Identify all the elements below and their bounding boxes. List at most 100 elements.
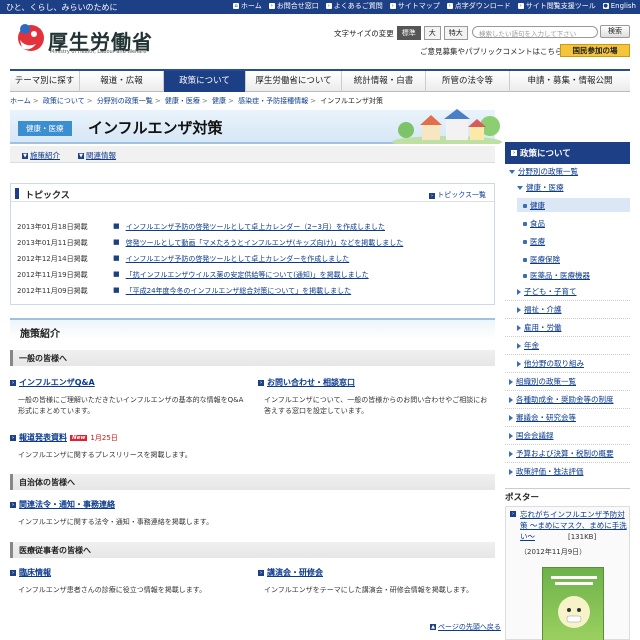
sidebar-header[interactable]: › 政策について [505,142,630,164]
chevron-right-icon: › [10,569,16,576]
sidebar-item-org-list[interactable]: 組織別の政策一覧 [509,376,576,387]
topic-item: 2012年11月09日掲載 ■ 「平成24年度今冬のインフルエンザ総合対策につい… [17,286,351,296]
breadcrumb-health-medical[interactable]: 健康・医療 [165,97,200,105]
nav-tab-theme[interactable]: テーマ別に探す [10,71,80,92]
sidebar-menu: 分野別の政策一覧 健康・医療 健康 食品 医療 医療保険 医薬品・医療機器 子ど… [505,166,630,486]
breadcrumb-infection[interactable]: 感染症・予防接種情報 [238,97,308,105]
citizen-participation-button[interactable]: 国民参加の場 [560,44,630,57]
policy-item-title[interactable]: › 関連法令・通知・事務連絡 [10,499,115,510]
sidebar-item-budget[interactable]: 予算および決算・税制の概要 [509,448,614,459]
nav-tab-about[interactable]: 厚生労働省について [246,71,342,92]
faq-link[interactable]: › よくあるご質問 [325,1,383,11]
breadcrumb-separator: > [32,97,39,105]
sidebar-item-medical[interactable]: 医療 [523,236,545,247]
policy-heading: 施策紹介 [20,329,60,340]
topics-list-link[interactable]: › トピックス一覧 [428,190,486,200]
chevron-right-icon: › [10,379,16,386]
breadcrumb-health[interactable]: 健康 [212,97,226,105]
sidebar-item-employment[interactable]: 雇用・労働 [517,322,562,333]
sidebar-divider [505,444,630,445]
heading-bar-icon [15,188,19,199]
sidebar-item-field-list[interactable]: 分野別の政策一覧 [509,166,578,177]
contact-link[interactable]: › お問合せ窓口 [268,1,319,11]
home-link[interactable]: ⌂ ホーム [232,1,262,11]
sidebar-item-evaluation[interactable]: 政策評価・独法評価 [509,466,584,477]
caret-right-icon [517,342,521,349]
topic-link[interactable]: 「抗インフルエンザウイルス薬の安定供給等について(通知)」を掲載しました [126,270,369,280]
accessibility-tool-link[interactable]: › サイト閲覧支援ツール [517,1,596,11]
chevron-right-icon: › [428,193,435,199]
chevron-right-icon: › [517,3,524,9]
sidebar-item-children[interactable]: 子ども・子育て [517,286,577,297]
poster-thumbnail[interactable] [542,567,604,640]
search-input[interactable]: 検索したい語句を入力して下さい [472,26,598,38]
page-subnav: ▼ 施策紹介 ▼ 関連情報 [10,146,495,163]
caret-right-icon [509,450,513,457]
policy-item-desc: インフルエンザに関するプレスリリースを掲載します。 [18,451,192,459]
braille-download-link[interactable]: › 点字ダウンロード [446,1,511,11]
arrow-down-icon: ▼ [78,152,84,159]
chevron-right-icon: › [325,3,332,9]
font-size-large-button[interactable]: 大 [423,26,441,40]
chevron-right-icon: › [268,3,275,9]
arrow-up-icon: ▲ [430,624,436,630]
topic-link[interactable]: 啓発ツールとして動画「マメたろうとインフルエンザ(キッズ向け)」などを掲載しまし… [126,238,404,248]
square-bullet-icon: ■ [113,286,120,294]
search-button[interactable]: 検索 [600,25,630,38]
topic-link[interactable]: 「平成24年度今冬のインフルエンザ総合対策について」を掲載しました [126,286,352,296]
topic-date: 2013年01月18日掲載 [17,223,88,231]
font-size-label: 文字サイズの変更 [334,28,394,38]
nav-tab-policy[interactable]: 政策について [164,71,246,92]
font-size-xlarge-button[interactable]: 特大 [443,26,468,40]
sidebar-item-health[interactable]: 健康 [523,200,545,211]
page-top-link[interactable]: ▲ ページの先頭へ戻る [430,622,501,632]
sidebar-item-welfare[interactable]: 福祉・介護 [517,304,562,315]
policy-item-title[interactable]: › 講演会・研修会 [258,567,323,578]
sidebar-item-councils[interactable]: 審議会・研究会等 [509,412,576,423]
caret-right-icon [517,306,521,313]
sidebar-item-food[interactable]: 食品 [523,218,545,229]
sidebar-item-subsidies[interactable]: 各種助成金・奨励金等の制度 [509,394,614,405]
policy-item-title[interactable]: › お問い合わせ・相談窓口 [258,377,355,388]
topic-item: 2013年01月18日掲載 ■ インフルエンザ予防の啓発ツールとして卓上カレンダ… [17,222,385,232]
ministry-logo[interactable]: 厚生労働省 Ministry of Health, Labour and Wel… [14,22,164,62]
square-bullet-icon: ■ [113,254,120,262]
group-header-public: 一般の皆様へ [10,350,495,366]
subnav-policy-intro[interactable]: ▼ 施策紹介 [22,150,60,161]
bullet-icon [523,257,527,262]
policy-item-desc: インフルエンザに関する法令・通知・事務連絡を掲載します。 [18,518,214,526]
topic-link[interactable]: インフルエンザ予防の啓発ツールとして卓上カレンダーを作成しました [126,254,350,264]
caret-right-icon [509,414,513,421]
nav-tab-laws[interactable]: 所管の法令等 [426,71,510,92]
sidebar-item-health-medical[interactable]: 健康・医療 [517,182,564,193]
policy-item-title[interactable]: › 臨床情報 [10,567,51,578]
nav-tab-press[interactable]: 報道・広報 [80,71,164,92]
caret-right-icon [509,378,513,385]
nav-tab-applications[interactable]: 申請・募集・情報公開 [510,71,630,92]
breadcrumb-separator: > [86,97,93,105]
breadcrumb-field-list[interactable]: 分野別の政策一覧 [97,97,153,105]
chevron-right-icon: › [510,511,516,517]
sitemap-link[interactable]: › サイトマップ [389,1,440,11]
bullet-icon [523,239,527,244]
sidebar-item-drugs[interactable]: 医薬品・医療機器 [523,270,590,281]
english-link[interactable]: ● English [602,1,636,11]
policy-item-title[interactable]: › 報道発表資料 New 1月25日 [10,432,118,443]
topic-link[interactable]: インフルエンザ予防の啓発ツールとして卓上カレンダー（2~3月）を作成しました [126,222,385,232]
sidebar-item-pension[interactable]: 年金 [517,340,539,351]
square-bullet-icon: ■ [113,222,120,230]
sidebar-divider [505,354,630,355]
topic-date: 2012年12月14日掲載 [17,255,88,263]
policy-item-desc: 一般の皆様にご理解いただきたいインフルエンザの基本的な情報をQ&A形式にまとめて… [18,396,244,415]
nav-tab-statistics[interactable]: 統計情報・白書 [342,71,426,92]
public-comment-link[interactable]: ご意見募集やパブリックコメントはこちら [420,46,563,57]
breadcrumb-home[interactable]: ホーム [10,97,31,105]
sidebar-item-diet-records[interactable]: 国会会議録 [509,430,554,441]
sidebar-item-other-fields[interactable]: 他分野の取り組み [517,358,584,369]
subnav-related[interactable]: ▼ 関連情報 [78,150,116,161]
policy-item-title[interactable]: › インフルエンザQ&A [10,377,95,388]
chevron-right-icon: › [10,434,16,441]
breadcrumb-policy[interactable]: 政策について [43,97,85,105]
sidebar-item-insurance[interactable]: 医療保険 [523,254,560,265]
font-size-standard-button[interactable]: 標準 [396,26,421,40]
